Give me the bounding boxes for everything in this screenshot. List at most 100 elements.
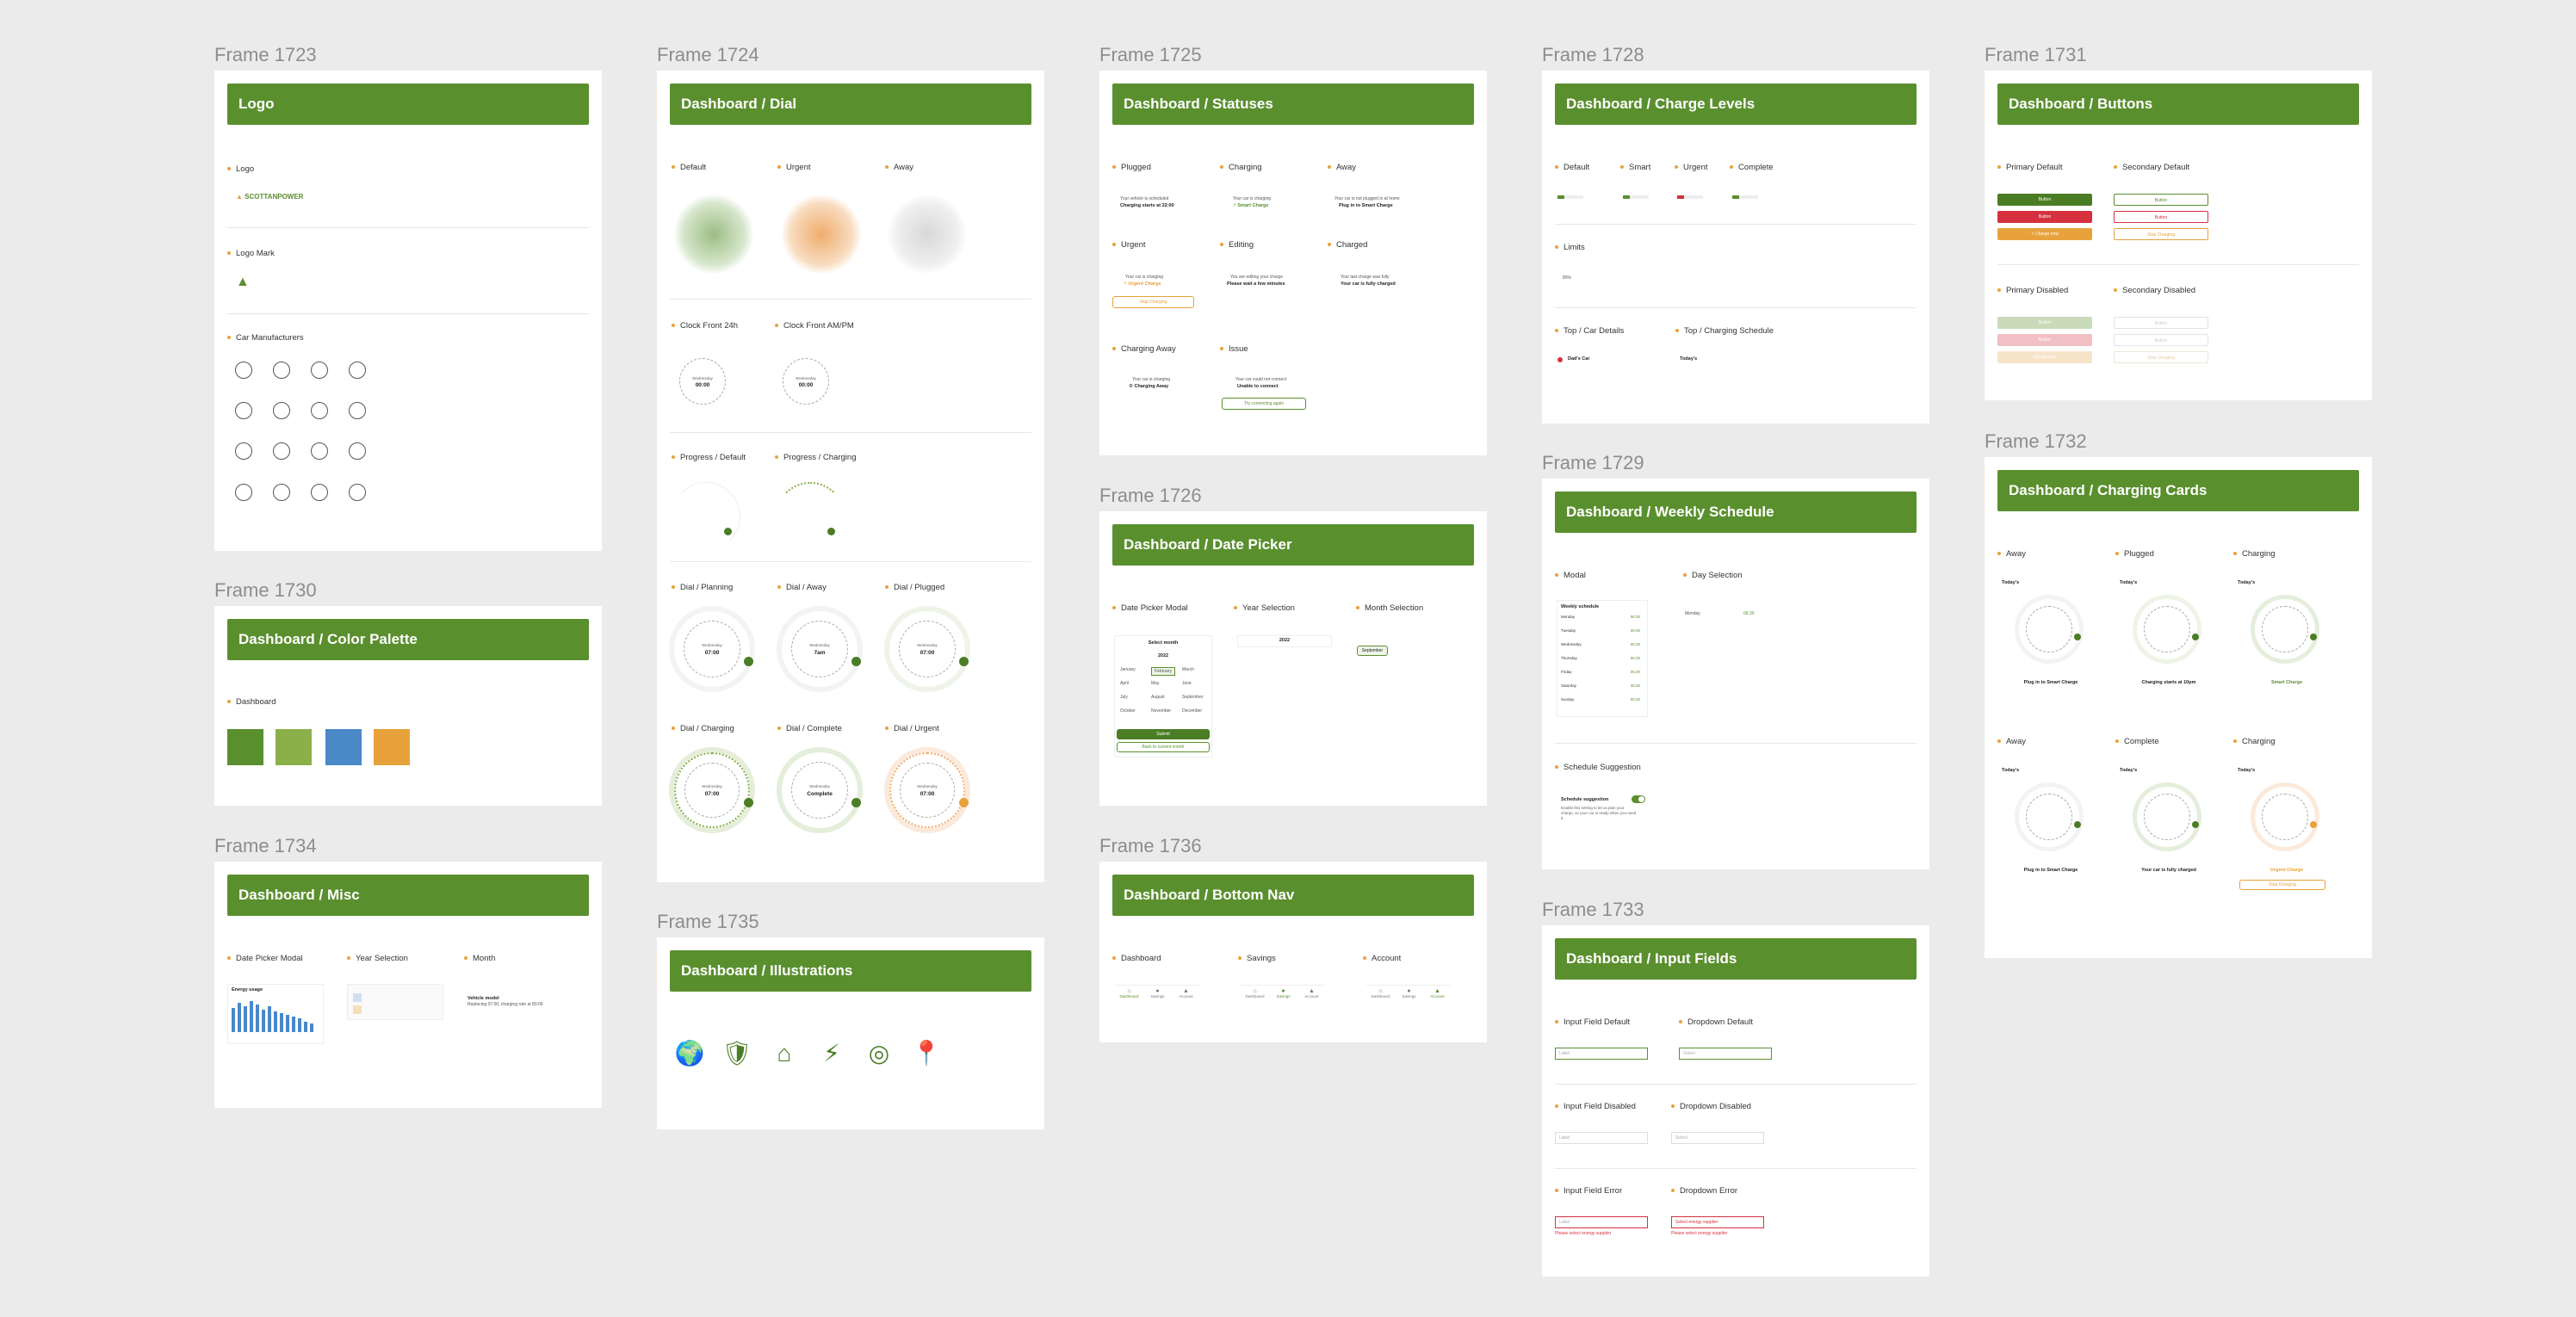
error-message: Please select energy supplier [1555, 1231, 1612, 1236]
input-field-disabled: Label [1555, 1132, 1648, 1144]
dial-handle[interactable] [851, 657, 861, 666]
month-subtitle: Replacing 07:00, charging rate at 80:00 [468, 1002, 543, 1007]
nav-item-savings[interactable]: ● Savings [1269, 988, 1297, 999]
progress-handle[interactable] [827, 528, 835, 535]
charging-card[interactable]: Today's Smart Charge [2236, 580, 2338, 709]
frame-header: Dashboard / Color Palette [227, 619, 589, 660]
mini-bar [310, 1023, 313, 1032]
dropdown-default[interactable]: Select [1679, 1048, 1772, 1060]
dial-plugged[interactable]: Wednesday 07:00 [889, 611, 965, 687]
nav-item-dashboard[interactable]: ⌂ Dashboard [1241, 988, 1269, 999]
month-option[interactable]: November [1151, 708, 1171, 714]
primary-button-danger[interactable]: Button [1997, 211, 2092, 223]
dial-urgent[interactable]: Wednesday 07:00 [889, 752, 965, 828]
divider [1555, 224, 1917, 225]
section-label: Charged [1328, 240, 1367, 250]
month-option[interactable]: March [1182, 667, 1194, 672]
dial-handle[interactable] [744, 798, 753, 807]
frame-title: Frame 1728 [1542, 44, 1644, 65]
weekday-row[interactable]: Sunday 06:30 [1561, 697, 1644, 708]
section-label: Day Selection [1683, 571, 1743, 580]
glow-default [674, 195, 753, 274]
nav-item-savings[interactable]: ● Savings [1395, 988, 1423, 999]
frame-input-fields: Dashboard / Input Fields Input Field Def… [1542, 925, 1929, 1277]
month-option[interactable]: April [1120, 681, 1129, 686]
section-label: Away [1997, 549, 2026, 559]
charging-card[interactable]: Today's Your car is fully charged [2118, 768, 2220, 897]
month-chip-selected[interactable]: September [1357, 646, 1388, 656]
nav-item-account[interactable]: ▲ Account [1297, 988, 1326, 999]
dial-handle[interactable] [959, 798, 969, 807]
nav-item-dashboard[interactable]: ⌂ Dashboard [1115, 988, 1143, 999]
section-label: Dashboard [227, 697, 276, 707]
nav-item-dashboard[interactable]: ⌂ Dashboard [1366, 988, 1395, 999]
progress-charging-arc [775, 482, 845, 553]
year-selector[interactable]: 2022 [1237, 635, 1332, 647]
nav-item-account[interactable]: ▲ Account [1172, 988, 1200, 999]
stop-charging-button[interactable]: Stop Charging [1112, 296, 1194, 308]
charging-card[interactable]: Today's Charging starts at 10pm [2118, 580, 2220, 709]
input-field-error[interactable]: Label [1555, 1216, 1648, 1228]
section-label: Date Picker Modal [1112, 603, 1188, 613]
dial-handle[interactable] [959, 657, 969, 666]
section-label: Dropdown Error [1671, 1186, 1737, 1196]
nav-item-savings[interactable]: ● Savings [1143, 988, 1172, 999]
mini-bar [286, 1015, 289, 1032]
section-label: Plugged [2115, 549, 2154, 559]
submit-button[interactable]: Submit [1117, 729, 1210, 739]
charging-card[interactable]: Today's Plug in to Smart Charge [2000, 580, 2102, 709]
secondary-button[interactable]: Button [2114, 194, 2208, 206]
frame-title: Frame 1724 [657, 44, 759, 65]
charging-card[interactable]: Today's Plug in to Smart Charge [2000, 768, 2102, 897]
swatch-orange [374, 729, 410, 765]
dropdown-error[interactable]: Select energy supplier [1671, 1216, 1764, 1228]
weekday-row[interactable]: Tuesday 06:30 [1561, 628, 1644, 639]
section-label: Year Selection [1234, 603, 1295, 613]
section-label: Issue [1220, 344, 1248, 354]
dial-handle[interactable] [851, 798, 861, 807]
section-label: Input Field Default [1555, 1017, 1630, 1027]
frame-statuses: Dashboard / Statuses Plugged Charging Aw… [1099, 71, 1487, 455]
day-selection-time[interactable]: 06:30 [1743, 611, 1755, 616]
charging-card[interactable]: Today's Urgent Charge Stop Charging [2236, 768, 2338, 897]
back-to-current-month-button[interactable]: Back to current month [1117, 742, 1210, 752]
mini-bar [292, 1017, 295, 1032]
progress-handle[interactable] [724, 528, 732, 535]
month-option[interactable]: June [1182, 681, 1192, 686]
input-field-default[interactable]: Label [1555, 1048, 1648, 1060]
charge-now-button[interactable]: ⚡ Charge now [1997, 228, 2092, 240]
frame-header: Logo [227, 83, 589, 125]
month-option[interactable]: December [1182, 708, 1202, 714]
primary-button[interactable]: Button [1997, 194, 2092, 206]
month-option[interactable]: October [1120, 708, 1136, 714]
car-color-dot [1557, 357, 1563, 362]
dial-charging[interactable]: Wednesday 07:00 [674, 752, 750, 828]
month-option[interactable]: February [1151, 667, 1176, 676]
month-option[interactable]: July [1120, 695, 1128, 700]
weekday-row[interactable]: Wednesday 06:30 [1561, 642, 1644, 652]
frame-title: Frame 1730 [214, 579, 317, 601]
section-label: Progress / Default [672, 453, 746, 462]
stop-charging-button[interactable]: Stop Charging [2114, 228, 2208, 240]
dial-handle[interactable] [744, 657, 753, 666]
weekday-row[interactable]: Saturday 06:30 [1561, 683, 1644, 694]
nav-item-account[interactable]: ▲ Account [1423, 988, 1452, 999]
try-connecting-button[interactable]: Try connecting again [1222, 398, 1306, 410]
mini-bar-chart [232, 998, 318, 1032]
suggestion-toggle[interactable] [1632, 795, 1645, 803]
date-picker-modal: Select month 2022 January February March Ap… [1114, 635, 1212, 757]
month-option[interactable]: January [1120, 667, 1136, 672]
frame-title: Frame 1725 [1099, 44, 1202, 65]
month-option[interactable]: September [1182, 695, 1203, 700]
dial-planning[interactable]: Wednesday 07:00 [674, 611, 750, 687]
weekday-row[interactable]: Thursday 06:30 [1561, 656, 1644, 666]
month-option[interactable]: August [1151, 695, 1165, 700]
brand-logo: ▲ SCOTTANPOWER [236, 193, 304, 201]
weekday-row[interactable]: Friday 06:30 [1561, 670, 1644, 680]
secondary-button-danger[interactable]: Button [2114, 211, 2208, 223]
dial-away[interactable]: Wednesday 7am [782, 611, 858, 687]
month-option[interactable]: May [1151, 681, 1159, 686]
dial-complete[interactable]: Wednesday Complete [782, 752, 858, 828]
weekday-row[interactable]: Monday 06:30 [1561, 615, 1644, 625]
glow-urgent [782, 195, 861, 274]
